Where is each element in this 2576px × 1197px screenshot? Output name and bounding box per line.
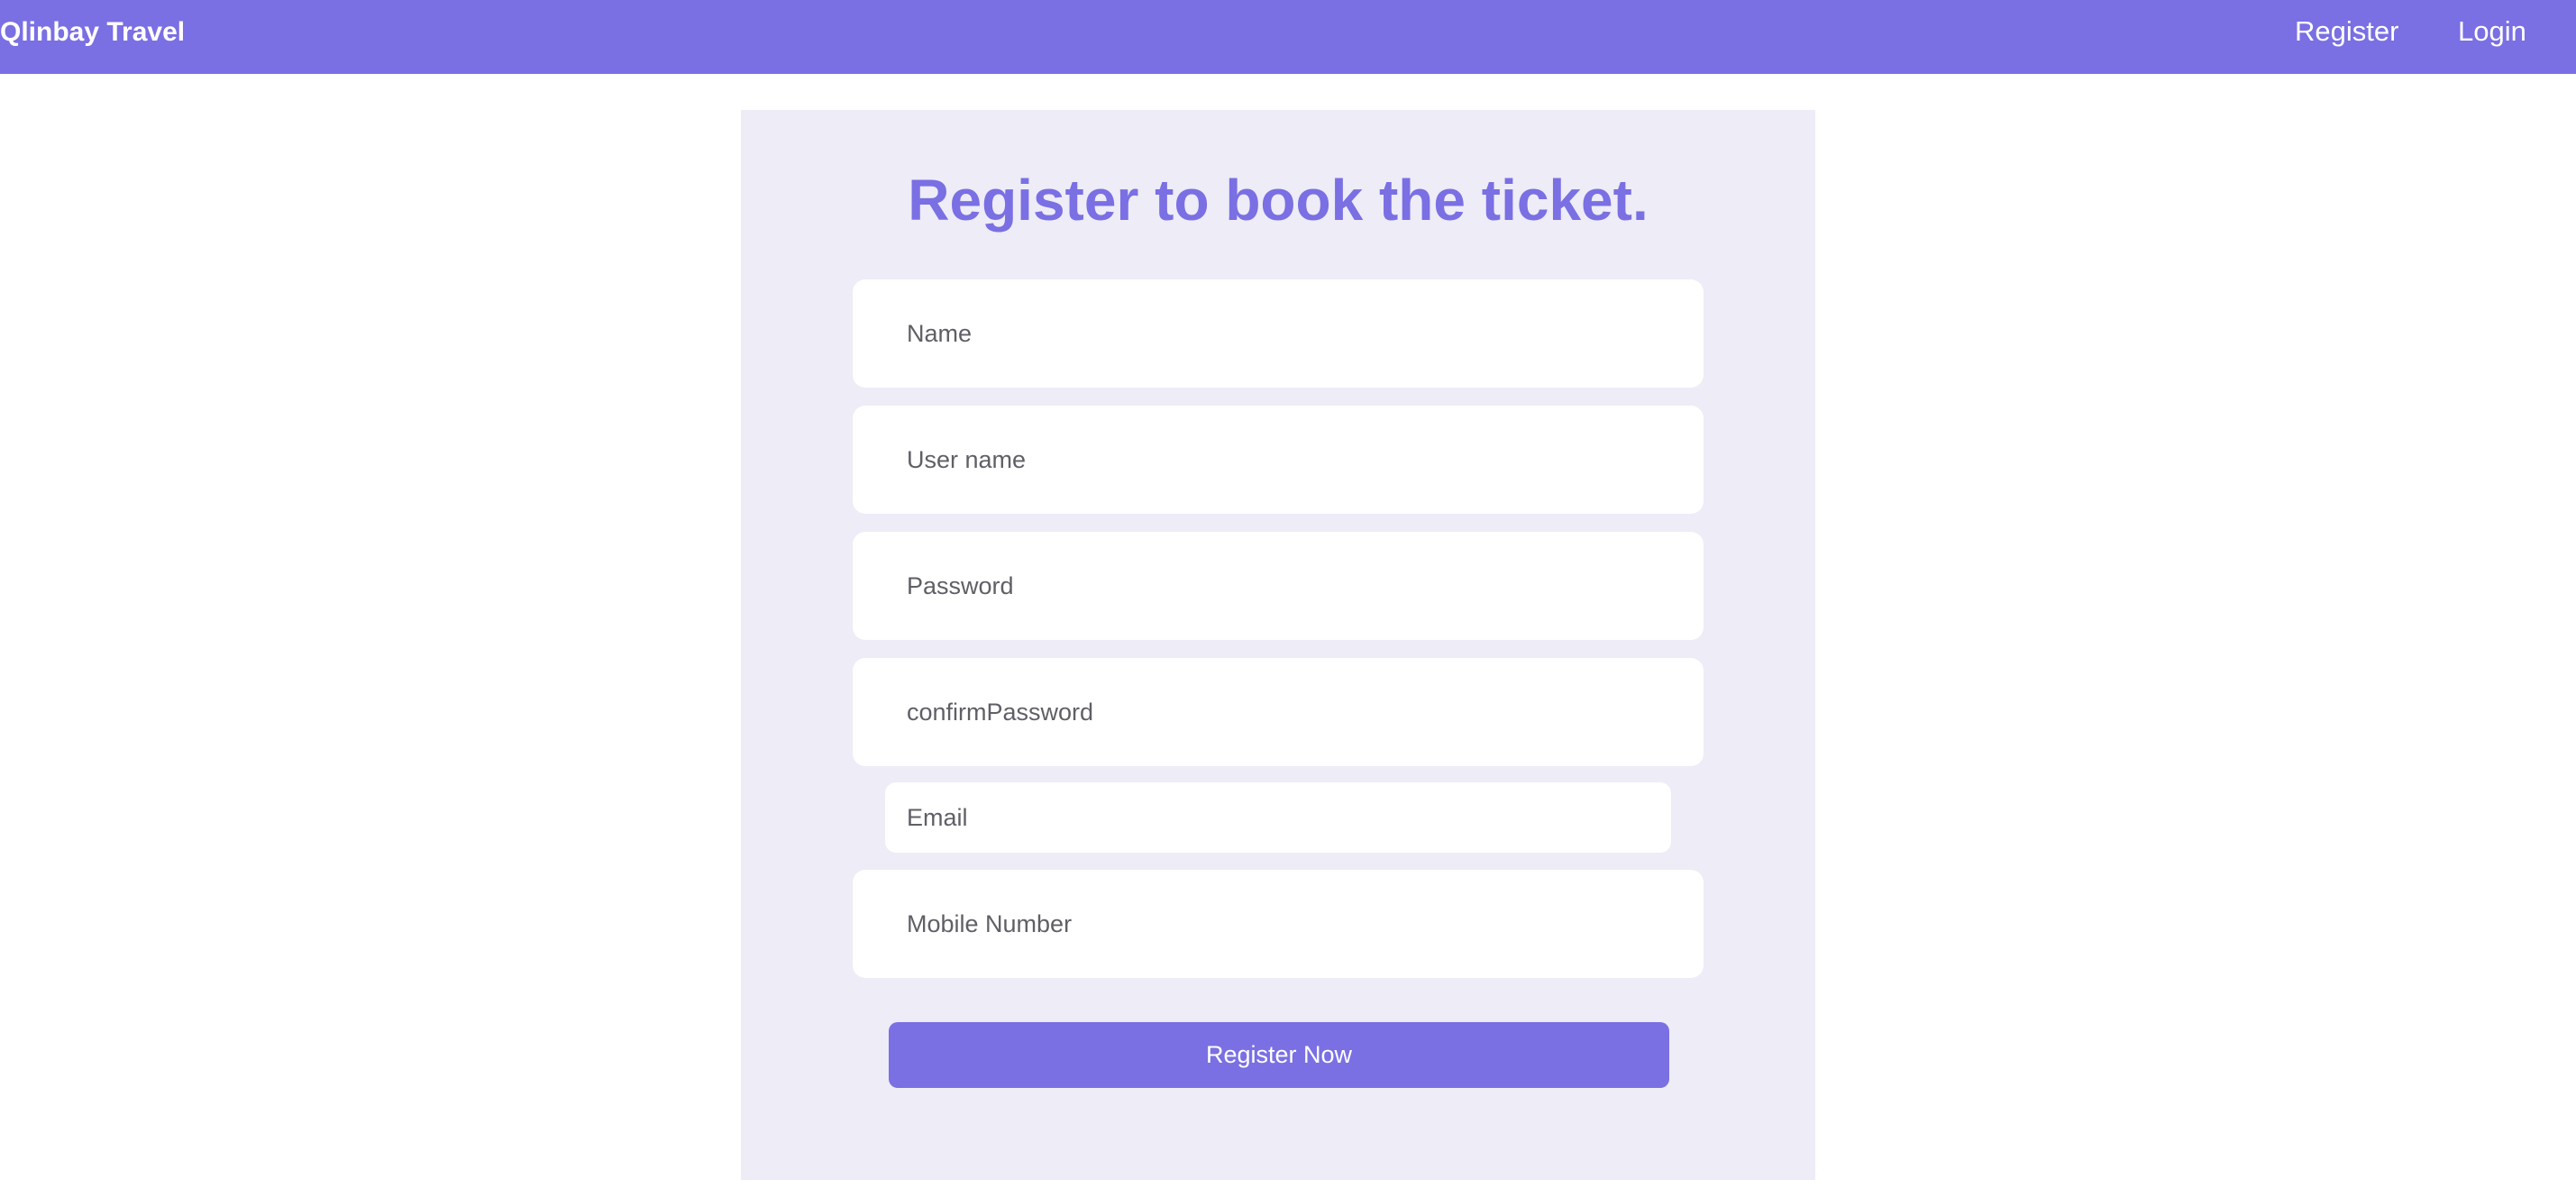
password-input[interactable] (853, 532, 1704, 640)
nav-link-login[interactable]: Login (2458, 14, 2526, 49)
name-input[interactable] (853, 279, 1704, 388)
email-field-container (885, 782, 1671, 853)
register-now-button[interactable]: Register Now (889, 1022, 1669, 1088)
mobile-field-container (853, 870, 1704, 978)
top-navbar: Qlinbay Travel Register Login (0, 0, 2576, 74)
confirm-password-input[interactable] (853, 658, 1704, 766)
page-title: Register to book the ticket. (908, 168, 1649, 233)
password-field-container (853, 532, 1704, 640)
email-input[interactable] (885, 782, 1671, 853)
username-input[interactable] (853, 406, 1704, 514)
mobile-number-input[interactable] (853, 870, 1704, 978)
nav-link-register[interactable]: Register (2295, 14, 2398, 49)
brand-logo-text[interactable]: Qlinbay Travel (0, 16, 185, 49)
registration-card: Register to book the ticket. Register No… (741, 110, 1815, 1180)
username-field-container (853, 406, 1704, 514)
confirm-password-field-container (853, 658, 1704, 766)
name-field-container (853, 279, 1704, 388)
